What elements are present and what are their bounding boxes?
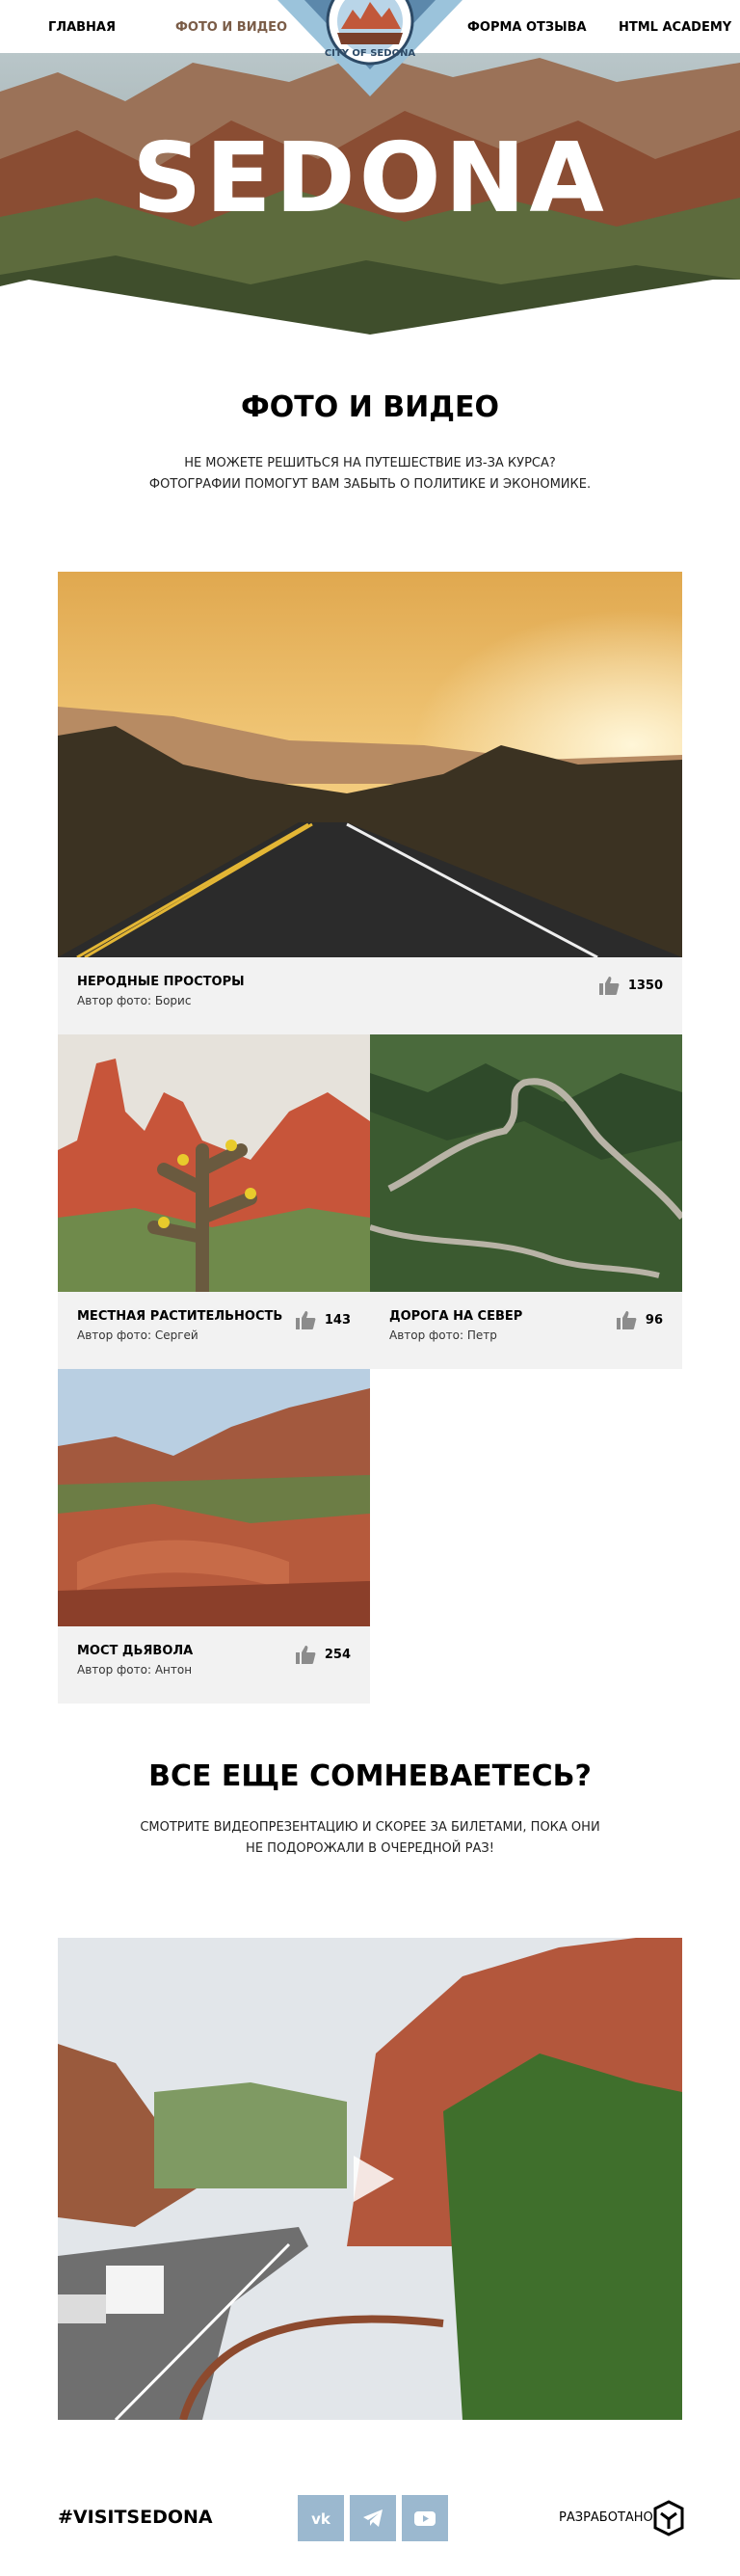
nav-link-feedback-form[interactable]: ФОРМА ОТЗЫВА xyxy=(467,20,587,35)
gallery-card: НЕРОДНЫЕ ПРОСТОРЫ Автор фото: Борис 1350 xyxy=(58,572,682,1034)
gallery-card-title: ДОРОГА НА СЕВЕР xyxy=(389,1309,523,1324)
svg-text:CITY OF SEDONA: CITY OF SEDONA xyxy=(325,48,416,59)
gallery-photo-cactus[interactable] xyxy=(58,1034,370,1292)
like-count: 1350 xyxy=(627,978,663,993)
gallery-card-title: НЕРОДНЫЕ ПРОСТОРЫ xyxy=(77,975,245,989)
like-count: 254 xyxy=(324,1647,351,1662)
youtube-icon xyxy=(414,2511,436,2526)
thumbs-up-icon xyxy=(295,1646,316,1664)
gallery-card-title: МЕСТНАЯ РАСТИТЕЛЬНОСТЬ xyxy=(77,1309,283,1324)
svg-text:vk: vk xyxy=(311,2510,331,2528)
photos-section-text-line1: НЕ МОЖЕТЕ РЕШИТЬСЯ НА ПУТЕШЕСТВИЕ ИЗ-ЗА … xyxy=(184,456,556,470)
gallery-card-info: ДОРОГА НА СЕВЕР Автор фото: Петр 96 xyxy=(370,1292,682,1369)
gallery-card-author: Автор фото: Петр xyxy=(389,1328,497,1342)
like-button[interactable]: 96 xyxy=(615,1309,663,1330)
video-section-text-line2: НЕ ПОДОРОЖАЛИ В ОЧЕРЕДНОЙ РАЗ! xyxy=(246,1841,494,1856)
telegram-icon xyxy=(363,2509,383,2527)
video-section-text-line1: СМОТРИТЕ ВИДЕОПРЕЗЕНТАЦИЮ И СКОРЕЕ ЗА БИ… xyxy=(140,1820,600,1835)
like-button[interactable]: 254 xyxy=(294,1644,351,1665)
footer-hashtag: #VISITSEDONA xyxy=(58,2507,213,2528)
gallery-card-author: Автор фото: Борис xyxy=(77,994,192,1007)
gallery-card-title: МОСТ ДЬЯВОЛА xyxy=(77,1644,194,1658)
gallery-card-info: МОСТ ДЬЯВОЛА Автор фото: Антон 254 xyxy=(58,1626,370,1704)
gallery-card-info: НЕРОДНЫЕ ПРОСТОРЫ Автор фото: Борис 1350 xyxy=(58,957,682,1034)
gallery-card-author: Автор фото: Сергей xyxy=(77,1328,198,1342)
gallery-card-info: МЕСТНАЯ РАСТИТЕЛЬНОСТЬ Автор фото: Серге… xyxy=(58,1292,370,1369)
vk-icon: vk xyxy=(311,2510,331,2528)
telegram-social-link[interactable] xyxy=(350,2495,396,2541)
vk-social-link[interactable]: vk xyxy=(298,2495,344,2541)
developed-by-label: РАЗРАБОТАНО xyxy=(559,2510,653,2525)
gallery-card: МОСТ ДЬЯВОЛА Автор фото: Антон 254 xyxy=(58,1369,370,1704)
gallery-photo-devils-bridge[interactable] xyxy=(58,1369,370,1626)
nav-link-main[interactable]: ГЛАВНАЯ xyxy=(48,20,116,35)
nav-link-photo-video[interactable]: ФОТО И ВИДЕО xyxy=(175,20,287,35)
thumbs-up-icon xyxy=(598,977,620,995)
thumbs-up-icon xyxy=(616,1311,637,1329)
hero-title: SEDONA xyxy=(132,121,608,234)
youtube-social-link[interactable] xyxy=(402,2495,448,2541)
play-icon[interactable] xyxy=(342,2150,400,2208)
nav-link-html-academy[interactable]: HTML ACADEMY xyxy=(619,20,731,35)
city-of-sedona-logo[interactable]: CITY OF SEDONA xyxy=(278,0,462,96)
video-player[interactable] xyxy=(58,1938,682,2420)
html-academy-logo-icon[interactable] xyxy=(653,2500,684,2536)
gallery-card-author: Автор фото: Антон xyxy=(77,1663,193,1677)
thumbs-up-icon xyxy=(295,1311,316,1329)
video-section-title: ВСЕ ЕЩЕ СОМНЕВАЕТЕСЬ? xyxy=(148,1759,592,1793)
photos-section-text-line2: ФОТОГРАФИИ ПОМОГУТ ВАМ ЗАБЫТЬ О ПОЛИТИКЕ… xyxy=(148,477,592,492)
like-count: 96 xyxy=(645,1312,663,1328)
like-button[interactable]: 143 xyxy=(294,1309,351,1330)
gallery-photo-north-road[interactable] xyxy=(370,1034,682,1292)
gallery-photo-sunset-road[interactable] xyxy=(58,572,682,957)
like-button[interactable]: 1350 xyxy=(597,975,663,996)
gallery-card: ДОРОГА НА СЕВЕР Автор фото: Петр 96 xyxy=(370,1034,682,1369)
like-count: 143 xyxy=(324,1312,351,1328)
photos-section-title: ФОТО И ВИДЕО xyxy=(241,390,499,424)
gallery-card: МЕСТНАЯ РАСТИТЕЛЬНОСТЬ Автор фото: Серге… xyxy=(58,1034,370,1369)
